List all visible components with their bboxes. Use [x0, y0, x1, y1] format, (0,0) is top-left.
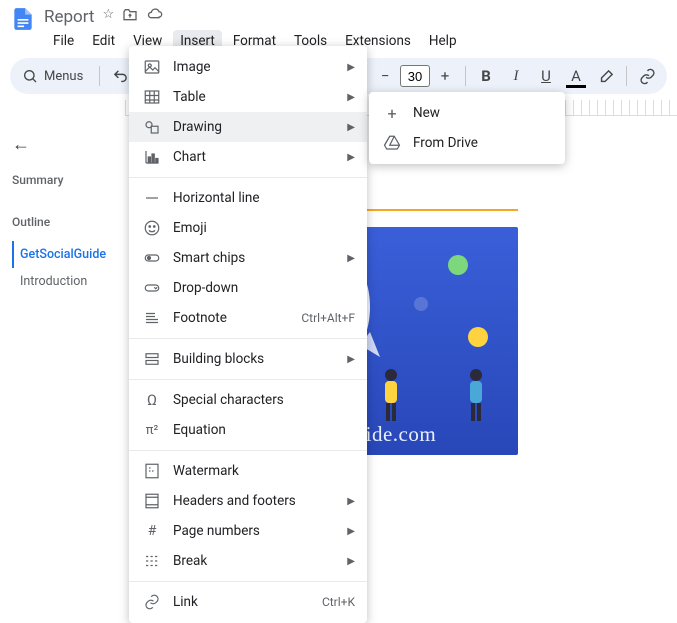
- menu-item-special-characters[interactable]: ΩSpecial characters: [129, 385, 367, 415]
- blocks-icon: [143, 350, 161, 368]
- plus-icon: +: [383, 104, 401, 122]
- menu-help[interactable]: Help: [422, 30, 464, 52]
- menu-item-drop-down[interactable]: Drop-down: [129, 273, 367, 303]
- table-icon: [143, 88, 161, 106]
- doc-title[interactable]: Report: [44, 7, 94, 27]
- chart-icon: [143, 148, 161, 166]
- menu-item-drawing[interactable]: Drawing▶: [129, 112, 367, 142]
- menu-file[interactable]: File: [46, 30, 81, 52]
- menu-item-footnote[interactable]: FootnoteCtrl+Alt+F: [129, 303, 367, 333]
- dropdown-icon: [143, 279, 161, 297]
- chevron-right-icon: ▶: [347, 496, 355, 507]
- outline-item[interactable]: Introduction: [12, 268, 120, 295]
- insert-link-button[interactable]: [633, 62, 661, 90]
- star-icon[interactable]: ☆: [102, 7, 114, 27]
- chevron-right-icon: ▶: [347, 354, 355, 365]
- move-icon[interactable]: [122, 7, 138, 27]
- bold-button[interactable]: B: [472, 62, 500, 90]
- italic-button[interactable]: I: [502, 62, 530, 90]
- menu-item-chart[interactable]: Chart▶: [129, 142, 367, 172]
- menu-item-smart-chips[interactable]: Smart chips▶: [129, 243, 367, 273]
- menu-item-image[interactable]: Image▶: [129, 52, 367, 82]
- insert-dropdown: Image▶Table▶Drawing▶Chart▶ Horizontal lin…: [129, 46, 367, 623]
- menu-edit[interactable]: Edit: [85, 30, 122, 52]
- menu-item-equation[interactable]: π²Equation: [129, 415, 367, 445]
- menu-item-emoji[interactable]: Emoji: [129, 213, 367, 243]
- font-size-input[interactable]: [400, 65, 430, 87]
- submenu-item-from-drive[interactable]: From Drive: [369, 128, 565, 158]
- menu-item-building-blocks[interactable]: Building blocks▶: [129, 344, 367, 374]
- menu-item-break[interactable]: Break▶: [129, 546, 367, 576]
- drawing-submenu: +NewFrom Drive: [369, 92, 565, 164]
- font-size-decrease[interactable]: −: [371, 62, 399, 90]
- outline-label: Outline: [12, 215, 120, 229]
- underline-button[interactable]: U: [532, 62, 560, 90]
- font-size-increase[interactable]: +: [431, 62, 459, 90]
- chevron-right-icon: ▶: [347, 122, 355, 133]
- submenu-item-new[interactable]: +New: [369, 98, 565, 128]
- chevron-right-icon: ▶: [347, 556, 355, 567]
- chevron-right-icon: ▶: [347, 253, 355, 264]
- pi-icon: π²: [143, 421, 161, 439]
- drive-icon: [383, 134, 401, 152]
- menu-item-page-numbers[interactable]: #Page numbers▶: [129, 516, 367, 546]
- outline-collapse-icon[interactable]: ←: [12, 134, 120, 155]
- chevron-right-icon: ▶: [347, 62, 355, 73]
- text-color-button[interactable]: A: [562, 62, 590, 90]
- menu-item-headers-and-footers[interactable]: Headers and footers▶: [129, 486, 367, 516]
- chevron-right-icon: ▶: [347, 92, 355, 103]
- title-bar: Report ☆: [0, 0, 677, 30]
- hr-icon: [143, 189, 161, 207]
- cloud-status-icon[interactable]: [146, 7, 164, 27]
- watermark-icon: [143, 462, 161, 480]
- pagenum-icon: #: [143, 522, 161, 540]
- chips-icon: [143, 249, 161, 267]
- emoji-icon: [143, 219, 161, 237]
- menu-item-table[interactable]: Table▶: [129, 82, 367, 112]
- menu-item-horizontal-line[interactable]: Horizontal line: [129, 183, 367, 213]
- omega-icon: Ω: [143, 391, 161, 409]
- headers-icon: [143, 492, 161, 510]
- image-icon: [143, 58, 161, 76]
- outline-panel: ← Summary Outline GetSocialGuide Introdu…: [0, 116, 132, 455]
- docs-logo[interactable]: [10, 6, 36, 28]
- menu-item-link[interactable]: LinkCtrl+K: [129, 587, 367, 617]
- break-icon: [143, 552, 161, 570]
- search-menus[interactable]: Menus: [16, 62, 93, 90]
- chevron-right-icon: ▶: [347, 526, 355, 537]
- footnote-icon: [143, 309, 161, 327]
- chevron-right-icon: ▶: [347, 152, 355, 163]
- outline-item[interactable]: GetSocialGuide: [12, 241, 120, 268]
- summary-label: Summary: [12, 173, 120, 187]
- highlight-button[interactable]: [592, 62, 620, 90]
- link-icon: [143, 593, 161, 611]
- menu-item-watermark[interactable]: Watermark: [129, 456, 367, 486]
- drawing-icon: [143, 118, 161, 136]
